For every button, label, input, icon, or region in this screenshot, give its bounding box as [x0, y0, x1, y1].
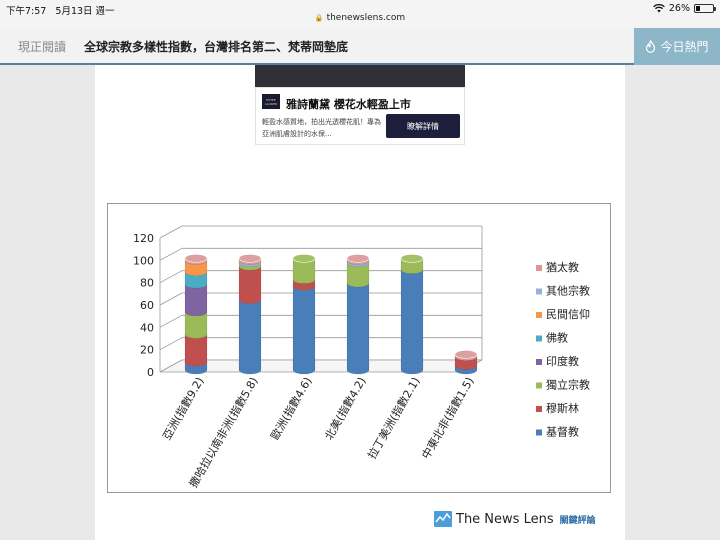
- x-tick-label: 拉丁美洲(指數2.1): [364, 375, 422, 462]
- legend-label: 猶太教: [546, 260, 579, 274]
- y-tick-label: 100: [133, 254, 154, 267]
- bar-segment: [238, 266, 262, 304]
- legend-swatch: [536, 406, 542, 412]
- bar-segment: [184, 283, 208, 317]
- legend-label: 獨立宗教: [546, 378, 590, 392]
- legend-label: 其他宗教: [546, 284, 590, 298]
- legend-swatch: [536, 265, 542, 271]
- article-header-bar: 現正閱讀 全球宗教多樣性指數，台灣排名第二、梵蒂岡墊底 今日熱門: [0, 28, 720, 65]
- hot-today-button[interactable]: 今日熱門: [634, 28, 720, 65]
- grid-line-diag: [159, 292, 183, 306]
- grid-line-diag: [159, 314, 183, 328]
- y-tick-label: 80: [140, 277, 154, 290]
- y-tick-label: 0: [147, 366, 154, 379]
- y-tick-label: 20: [140, 344, 154, 357]
- bar-segment: [184, 334, 208, 367]
- bar-group: [346, 254, 370, 375]
- ad-description: 輕盈水感質地，拍出光透櫻花肌！專為亞洲肌膚設計的水保...: [262, 118, 381, 138]
- legend-label: 穆斯林: [546, 401, 579, 415]
- bar-top: [400, 254, 424, 263]
- bar-top: [238, 254, 262, 263]
- bar-top: [184, 254, 208, 263]
- y-tick-label: 40: [140, 321, 154, 334]
- y-tick-label: 60: [140, 299, 154, 312]
- bar-top: [346, 254, 370, 263]
- battery-percent: 26%: [668, 3, 690, 14]
- grid-line-diag: [159, 337, 183, 351]
- legend-label: 基督教: [546, 425, 579, 439]
- ad-learn-more-button[interactable]: 瞭解詳情: [386, 114, 460, 138]
- status-right: 26%: [653, 3, 716, 14]
- status-bar: 下午7:57 5月13日 週一 🔒 thenewslens.com 26%: [0, 0, 720, 28]
- bar-segment: [292, 286, 316, 375]
- ad-headline[interactable]: 雅詩蘭黛 櫻花水輕盈上市: [286, 96, 411, 112]
- legend-swatch: [536, 382, 542, 389]
- brand-logo: The News Lens 關鍵評論: [434, 511, 596, 527]
- ad-logo: ESTEE LAUDER: [262, 94, 280, 109]
- legend-swatch: [536, 429, 542, 436]
- grid-line-diag: [159, 247, 183, 261]
- bar-group: [238, 254, 262, 375]
- news-lens-icon: [434, 511, 452, 527]
- bar-segment: [238, 299, 262, 375]
- bar-group: [400, 254, 424, 375]
- legend-label: 印度教: [546, 354, 579, 368]
- legend-swatch: [536, 359, 542, 365]
- bar-segment: [400, 269, 424, 375]
- legend-label: 佛教: [546, 332, 568, 345]
- x-tick-label: 中東北非(指數1.5): [418, 375, 476, 462]
- hot-today-label: 今日熱門: [660, 40, 709, 54]
- legend-label: 民間信仰: [546, 307, 590, 321]
- x-tick-label: 亞洲(指數9.2): [159, 375, 206, 443]
- article-title: 全球宗教多樣性指數，台灣排名第二、梵蒂岡墊底: [84, 40, 349, 54]
- brand-subtitle: 關鍵評論: [559, 515, 596, 526]
- battery-icon: [694, 4, 716, 13]
- x-tick-label: 北美(指數4.2): [321, 375, 368, 443]
- lock-icon: 🔒: [314, 14, 324, 22]
- bar-group: [292, 254, 316, 375]
- legend-swatch: [536, 335, 542, 342]
- chart-image: 0 20 40 60 80 100 120 亞洲(指數9.2) 撒哈拉以南非洲(指數5.8) 歐洲…: [107, 203, 611, 493]
- grid-line-diag: [159, 270, 183, 284]
- flame-icon: [646, 40, 656, 53]
- bar-group: [184, 254, 208, 375]
- address-bar[interactable]: 🔒 thenewslens.com: [0, 13, 720, 23]
- bar-top: [454, 350, 478, 359]
- x-tick-label: 歐洲(指數4.6): [267, 375, 314, 443]
- legend-swatch: [536, 312, 542, 318]
- ad-banner[interactable]: ESTEE LAUDER 雅詩蘭黛 櫻花水輕盈上市 輕盈水感質地，拍出光透櫻花肌…: [255, 87, 465, 145]
- bar-top: [292, 254, 316, 263]
- legend-swatch: [536, 288, 542, 295]
- brand-name: The News Lens: [456, 511, 554, 527]
- chart-floor: [159, 359, 483, 373]
- grid-line-diag: [159, 225, 183, 239]
- ad-image[interactable]: [255, 65, 465, 87]
- wifi-icon: [653, 4, 665, 13]
- religion-chart: 020406080100120亞洲(指數9.2)撒哈拉以南非洲(指數5.8) 歐洲…: [133, 225, 590, 490]
- bar-segment: [346, 282, 370, 375]
- bar-group: [454, 350, 478, 375]
- now-reading-label: 現正閱讀: [18, 40, 67, 54]
- url-text: thenewslens.com: [326, 13, 406, 23]
- y-tick-label: 120: [133, 232, 154, 245]
